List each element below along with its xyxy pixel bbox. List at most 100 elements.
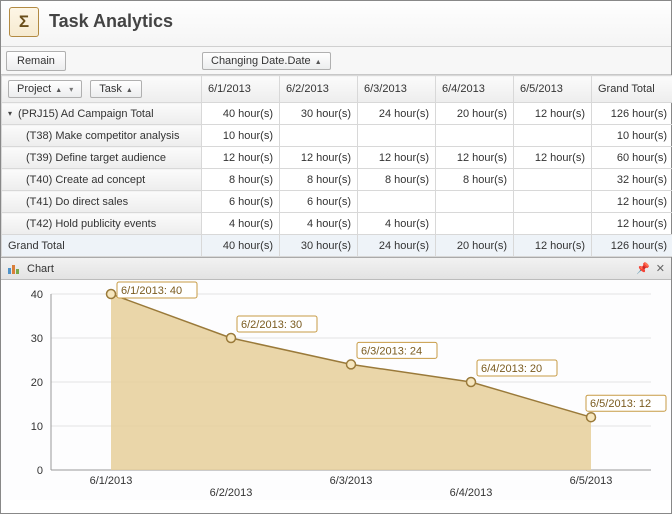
data-cell[interactable] (514, 191, 592, 213)
grand-total-row-header[interactable]: Grand Total (2, 235, 202, 257)
svg-text:6/3/2013: 6/3/2013 (330, 475, 373, 487)
data-cell[interactable]: 8 hour(s) (280, 169, 358, 191)
data-cell[interactable] (436, 213, 514, 235)
svg-text:6/4/2013: 20: 6/4/2013: 20 (481, 363, 542, 375)
sigma-icon: Σ (9, 7, 39, 37)
data-cell[interactable]: 30 hour(s) (280, 103, 358, 125)
data-cell[interactable]: 12 hour(s) (436, 147, 514, 169)
row-header[interactable]: (T40) Create ad concept (2, 169, 202, 191)
data-cell[interactable]: 6 hour(s) (280, 191, 358, 213)
page-title: Task Analytics (49, 11, 173, 32)
grand-total-cell[interactable]: 40 hour(s) (202, 235, 280, 257)
table-row[interactable]: (T41) Do direct sales 6 hour(s)6 hour(s) 1… (2, 191, 672, 213)
data-cell[interactable] (280, 125, 358, 147)
col-header[interactable]: 6/5/2013 (514, 76, 592, 103)
data-cell[interactable] (358, 125, 436, 147)
chart-panel-header[interactable]: Chart 📌 ✕ (1, 258, 671, 280)
data-cell[interactable]: 12 hour(s) (280, 147, 358, 169)
svg-text:40: 40 (31, 289, 43, 301)
row-total-cell[interactable]: 126 hour(s) (592, 103, 672, 125)
svg-text:20: 20 (31, 377, 43, 389)
row-header[interactable]: (T41) Do direct sales (2, 191, 202, 213)
table-row[interactable]: (T40) Create ad concept8 hour(s)8 hour(s… (2, 169, 672, 191)
data-cell[interactable]: 4 hour(s) (358, 213, 436, 235)
grand-total-col-header[interactable]: Grand Total (592, 76, 672, 103)
data-cell[interactable]: 8 hour(s) (358, 169, 436, 191)
chart-icon (7, 263, 21, 275)
group-field-label: Changing Date.Date (211, 55, 311, 67)
col-header[interactable]: 6/3/2013 (358, 76, 436, 103)
grand-total-total-cell[interactable]: 126 hour(s) (592, 235, 672, 257)
row-label: (T42) Hold publicity events (26, 218, 156, 230)
row-header[interactable]: (T38) Make competitor analysis (2, 125, 202, 147)
row-total-cell[interactable]: 60 hour(s) (592, 147, 672, 169)
grand-total-cell[interactable]: 30 hour(s) (280, 235, 358, 257)
chart-panel: Chart 📌 ✕ 0102030406/1/20136/2/20136/3/2… (1, 257, 671, 500)
grand-total-cell[interactable]: 20 hour(s) (436, 235, 514, 257)
data-cell[interactable]: 8 hour(s) (202, 169, 280, 191)
sort-asc-icon (315, 55, 322, 67)
rowfield-header[interactable]: Project Task (2, 76, 202, 103)
table-row[interactable]: (T39) Define target audience12 hour(s)12… (2, 147, 672, 169)
row-header[interactable]: (PRJ15) Ad Campaign Total (2, 103, 202, 125)
row-header[interactable]: (T42) Hold publicity events (2, 213, 202, 235)
row-header[interactable]: (T39) Define target audience (2, 147, 202, 169)
filter-icon[interactable] (66, 83, 73, 95)
task-field-pill[interactable]: Task (90, 80, 142, 98)
data-cell[interactable]: 12 hour(s) (202, 147, 280, 169)
data-cell[interactable] (436, 125, 514, 147)
data-cell[interactable] (514, 169, 592, 191)
expand-collapse-icon[interactable] (8, 108, 14, 120)
table-row[interactable]: (PRJ15) Ad Campaign Total40 hour(s)30 ho… (2, 103, 672, 125)
data-cell[interactable]: 24 hour(s) (358, 103, 436, 125)
data-cell[interactable] (436, 191, 514, 213)
table-row[interactable]: (T42) Hold publicity events4 hour(s)4 ho… (2, 213, 672, 235)
col-header[interactable]: 6/2/2013 (280, 76, 358, 103)
data-cell[interactable] (514, 125, 592, 147)
pin-icon[interactable]: 📌 (636, 262, 650, 275)
data-cell[interactable]: 12 hour(s) (514, 147, 592, 169)
filter-row-1: Remain Changing Date.Date (1, 47, 671, 75)
grand-total-cell[interactable]: 24 hour(s) (358, 235, 436, 257)
data-cell[interactable]: 20 hour(s) (436, 103, 514, 125)
grand-total-row[interactable]: Grand Total40 hour(s)30 hour(s)24 hour(s… (2, 235, 672, 257)
svg-text:10: 10 (31, 421, 43, 433)
sort-asc-icon (55, 83, 62, 95)
app-header: Σ Task Analytics (1, 1, 671, 47)
data-cell[interactable]: 8 hour(s) (436, 169, 514, 191)
svg-text:6/5/2013: 12: 6/5/2013: 12 (590, 398, 651, 410)
group-field-pill[interactable]: Changing Date.Date (202, 52, 331, 70)
data-cell[interactable]: 4 hour(s) (202, 213, 280, 235)
task-field-label: Task (99, 83, 122, 95)
project-field-pill[interactable]: Project (8, 80, 82, 98)
row-total-cell[interactable]: 12 hour(s) (592, 213, 672, 235)
data-cell[interactable]: 10 hour(s) (202, 125, 280, 147)
filter-dropzone-left[interactable]: Remain (1, 55, 197, 67)
data-cell[interactable]: 12 hour(s) (514, 103, 592, 125)
chart-title: Chart (27, 263, 630, 275)
remain-button[interactable]: Remain (6, 51, 66, 71)
data-cell[interactable]: 4 hour(s) (280, 213, 358, 235)
row-total-cell[interactable]: 10 hour(s) (592, 125, 672, 147)
grand-total-cell[interactable]: 12 hour(s) (514, 235, 592, 257)
data-cell[interactable]: 6 hour(s) (202, 191, 280, 213)
pivot-grid: Project Task 6/1/2013 6/2/2013 6/3/2013 … (1, 75, 672, 257)
table-row[interactable]: (T38) Make competitor analysis10 hour(s)… (2, 125, 672, 147)
svg-text:6/1/2013: 40: 6/1/2013: 40 (121, 285, 182, 297)
row-total-cell[interactable]: 32 hour(s) (592, 169, 672, 191)
col-header[interactable]: 6/1/2013 (202, 76, 280, 103)
data-cell[interactable]: 40 hour(s) (202, 103, 280, 125)
row-total-cell[interactable]: 12 hour(s) (592, 191, 672, 213)
svg-text:6/4/2013: 6/4/2013 (450, 487, 493, 499)
column-header-row: Project Task 6/1/2013 6/2/2013 6/3/2013 … (2, 76, 672, 103)
col-header[interactable]: 6/4/2013 (436, 76, 514, 103)
row-label: (T41) Do direct sales (26, 196, 128, 208)
svg-text:6/5/2013: 6/5/2013 (570, 475, 613, 487)
svg-text:6/2/2013: 30: 6/2/2013: 30 (241, 319, 302, 331)
data-cell[interactable] (358, 191, 436, 213)
svg-text:6/2/2013: 6/2/2013 (210, 487, 253, 499)
close-icon[interactable]: ✕ (656, 262, 665, 275)
sort-asc-icon (126, 83, 133, 95)
data-cell[interactable]: 12 hour(s) (358, 147, 436, 169)
data-cell[interactable] (514, 213, 592, 235)
